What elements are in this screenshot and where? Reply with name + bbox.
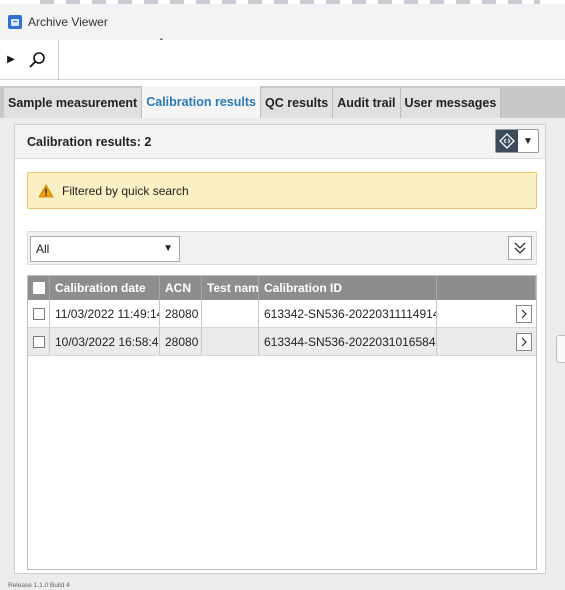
calibration-results-panel: Calibration results: 2 ▼ Filtered by qui… xyxy=(14,124,546,574)
cell-test-name xyxy=(202,328,259,355)
calibration-grid: Calibration date ACN Test name Calibrati… xyxy=(27,275,537,570)
expand-filters-button[interactable] xyxy=(508,236,532,260)
row-detail-button[interactable] xyxy=(516,332,532,351)
cell-acn: 28080 xyxy=(160,328,202,355)
checkbox-icon xyxy=(32,307,45,320)
checkbox-icon xyxy=(32,335,45,348)
status-bar xyxy=(0,580,565,590)
triangle-right-icon[interactable]: ▶ xyxy=(0,54,22,65)
panel-header: Calibration results: 2 ▼ xyxy=(15,125,545,159)
view-options-button[interactable]: ▼ xyxy=(495,129,539,153)
tab-calibration-results[interactable]: Calibration results xyxy=(142,86,261,118)
filter-select-value: All xyxy=(36,242,50,256)
row-detail-button[interactable] xyxy=(516,304,532,323)
column-header-acn[interactable]: ACN xyxy=(160,276,202,300)
column-header-calibration-date[interactable]: Calibration date xyxy=(50,276,160,300)
cell-calibration-date: 10/03/2022 16:58:45 xyxy=(50,328,160,355)
row-checkbox[interactable] xyxy=(28,328,50,355)
cell-acn: 28080 xyxy=(160,300,202,327)
window-title: Archive Viewer xyxy=(28,15,108,29)
row-detail-cell xyxy=(437,328,536,355)
table-row[interactable]: 10/03/2022 16:58:45 28080 613344-SN536-2… xyxy=(28,328,536,356)
tab-user-messages[interactable]: User messages xyxy=(400,88,502,118)
dropdown-caret-icon: ▼ xyxy=(523,135,533,147)
grid-header-row: Calibration date ACN Test name Calibrati… xyxy=(28,276,536,300)
cell-calibration-id: 613342-SN536-20220311114914 xyxy=(259,300,437,327)
tab-bar: Sample measurement Calibration results Q… xyxy=(0,86,565,118)
toolbar-divider xyxy=(58,39,59,80)
chevron-right-icon xyxy=(521,309,527,318)
chevron-right-icon xyxy=(521,337,527,346)
column-header-calibration-id[interactable]: Calibration ID xyxy=(259,276,437,300)
filter-select[interactable]: All ▼ xyxy=(30,236,180,262)
tab-sample-measurement[interactable]: Sample measurement xyxy=(4,88,143,118)
cell-calibration-id: 613344-SN536-20220310165845 xyxy=(259,328,437,355)
double-chevron-down-icon xyxy=(514,242,526,254)
diamond-arrows-icon xyxy=(496,130,518,152)
warning-icon xyxy=(38,183,54,197)
cell-test-name xyxy=(202,300,259,327)
select-all-checkbox[interactable] xyxy=(28,276,50,300)
table-row[interactable]: 11/03/2022 11:49:14 28080 613342-SN536-2… xyxy=(28,300,536,328)
alert-text: Filtered by quick search xyxy=(62,183,189,198)
row-checkbox[interactable] xyxy=(28,300,50,327)
search-button[interactable] xyxy=(22,45,52,75)
side-panel-handle[interactable] xyxy=(556,335,565,363)
chevron-down-icon: ▼ xyxy=(163,243,173,254)
panel-title: Calibration results: 2 xyxy=(27,134,152,149)
filter-alert: Filtered by quick search xyxy=(27,172,537,209)
tab-audit-trail[interactable]: Audit trail xyxy=(333,88,401,118)
release-label: Release 1.1.0 Build 4 xyxy=(8,582,70,589)
cell-calibration-date: 11/03/2022 11:49:14 xyxy=(50,300,160,327)
row-detail-cell xyxy=(437,300,536,327)
tab-qc-results[interactable]: QC results xyxy=(260,88,334,118)
search-icon xyxy=(29,51,45,68)
filter-bar: All ▼ xyxy=(27,231,537,265)
toolbar: ▶ xyxy=(0,39,565,80)
title-bar: Archive Viewer xyxy=(0,4,565,40)
checkbox-icon xyxy=(32,282,45,294)
archive-viewer-icon xyxy=(8,15,22,29)
column-header-test-name[interactable]: Test name xyxy=(202,276,259,300)
column-header-actions xyxy=(437,276,536,300)
